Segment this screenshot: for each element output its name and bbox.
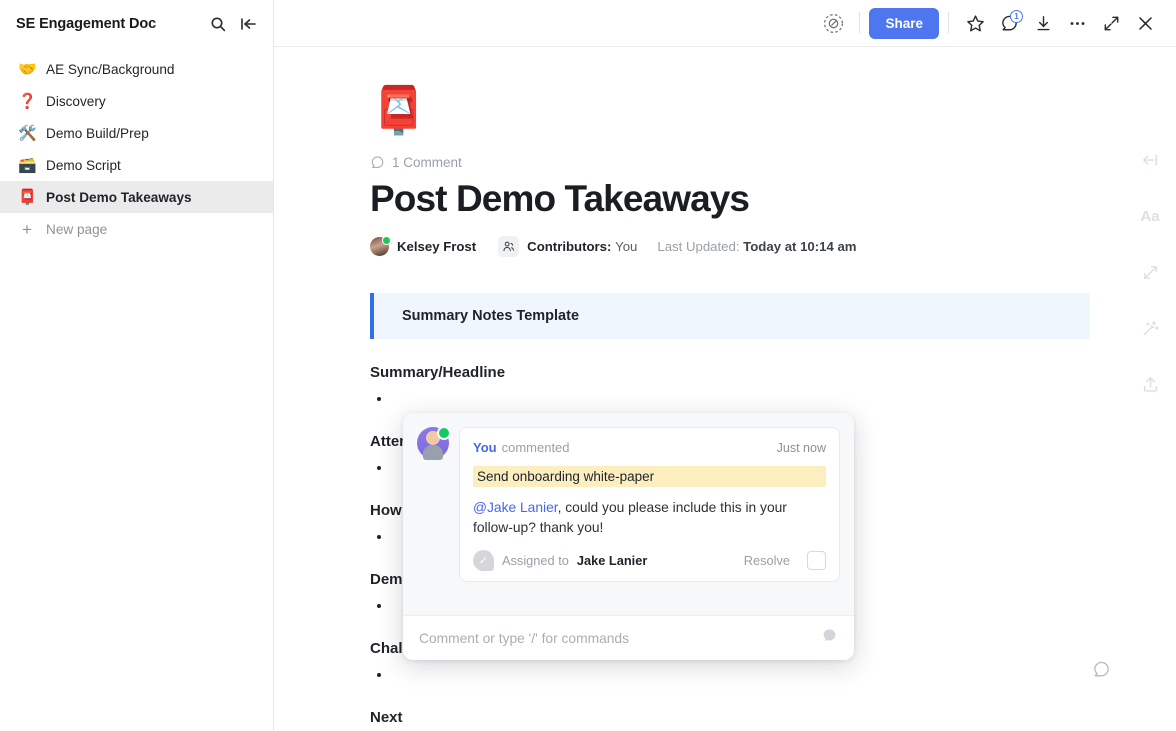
sidebar-page-list: 🤝 AE Sync/Background ❓ Discovery 🛠️ Demo… [0,47,273,245]
last-updated-label: Last Updated: [657,239,740,254]
sidebar-item-label: Demo Build/Prep [46,125,149,141]
resolve-label: Resolve [743,553,790,568]
sidebar-header: SE Engagement Doc [0,0,273,47]
comment-card: You commented Just now Send onboarding w… [459,427,840,582]
list-item[interactable] [392,664,1090,684]
new-page-label: New page [46,221,108,237]
card-box-emoji: 🗃️ [18,156,37,174]
floating-comment-icon[interactable] [1092,660,1111,684]
tag-icon[interactable] [816,6,850,40]
send-comment-icon[interactable] [821,627,838,649]
commenter-avatar[interactable] [417,426,451,459]
sidebar-title: SE Engagement Doc [16,15,157,32]
mention-link[interactable]: @Jake Lanier [473,500,558,515]
toolbar-divider [948,12,949,34]
collapse-right-icon[interactable] [1137,147,1163,173]
comment-count-badge: 1 [1010,10,1023,23]
resolve-checkbox[interactable] [807,551,826,570]
question-mark-emoji: ❓ [18,92,37,110]
assignment-row: ✓ Assigned to Jake Lanier Resolve [473,550,826,571]
page-title[interactable]: Post Demo Takeaways [370,178,1090,220]
comment-bubble-icon [371,156,384,169]
close-icon[interactable] [1128,6,1162,40]
app-window: SE Engagement Doc 🤝 AE Sync/Background ❓… [0,0,1176,731]
new-page-button[interactable]: + New page [0,213,273,245]
comment-author: You [473,440,497,455]
author-name: Kelsey Frost [397,239,477,254]
callout-summary-notes-template[interactable]: Summary Notes Template [370,293,1090,339]
plus-icon: + [22,219,32,239]
sidebar-item-demo-build[interactable]: 🛠️ Demo Build/Prep [0,117,273,149]
star-icon[interactable] [958,6,992,40]
sidebar-item-discovery[interactable]: ❓ Discovery [0,85,273,117]
sidebar-item-label: Discovery [46,93,106,109]
top-toolbar: Share 1 [274,0,1176,47]
quoted-text: Send onboarding white-paper [473,466,826,487]
comment-count-label: 1 Comment [392,155,462,170]
last-updated-value: Today at 10:14 am [743,239,857,254]
comment-action: commented [501,440,570,455]
contributors-value: You [615,239,638,254]
handshake-emoji: 🤝 [18,60,37,78]
document-postbox-emoji[interactable]: 📮 [370,87,1090,133]
assigned-check-icon: ✓ [473,550,494,571]
heading-next-steps[interactable]: Next [370,709,1090,726]
comment-header: You commented Just now [473,440,826,455]
sidebar-item-demo-script[interactable]: 🗃️ Demo Script [0,149,273,181]
expand-icon[interactable] [1094,6,1128,40]
sidebar-item-label: Demo Script [46,157,121,173]
postbox-emoji: 📮 [18,188,37,206]
comment-popup: You commented Just now Send onboarding w… [403,413,854,660]
comment-icon[interactable]: 1 [992,6,1026,40]
collapse-sidebar-icon[interactable] [237,13,259,35]
document-meta: Kelsey Frost Contributors: You Last Upda… [370,236,1090,257]
tools-emoji: 🛠️ [18,124,37,142]
sidebar-item-post-demo-takeaways[interactable]: 📮 Post Demo Takeaways [0,181,273,213]
assigned-to-label: Assigned to [502,553,569,568]
sidebar-item-label: Post Demo Takeaways [46,189,192,205]
share-button[interactable]: Share [869,7,939,39]
contributors-label: Contributors [527,239,608,254]
comment-body: @Jake Lanier, could you please include t… [473,498,826,538]
assignee-name[interactable]: Jake Lanier [577,553,647,568]
bullet-list [370,388,1090,408]
comment-timestamp: Just now [776,440,826,455]
comment-input-bar [403,615,854,660]
sidebar: SE Engagement Doc 🤝 AE Sync/Background ❓… [0,0,274,731]
more-options-icon[interactable] [1060,6,1094,40]
comment-input[interactable] [419,630,821,646]
toolbar-divider [859,12,861,34]
download-icon[interactable] [1026,6,1060,40]
list-item[interactable] [392,388,1090,408]
right-rail: Aa [1124,47,1176,397]
sidebar-item-label: AE Sync/Background [46,61,175,77]
contributors-icon [498,236,520,257]
heading-summary[interactable]: Summary/Headline [370,364,1090,381]
bullet-list [370,664,1090,684]
text-format-icon[interactable]: Aa [1137,203,1163,229]
search-icon[interactable] [207,13,229,35]
sidebar-item-ae-sync[interactable]: 🤝 AE Sync/Background [0,53,273,85]
upload-icon[interactable] [1137,371,1163,397]
comment-count-row[interactable]: 1 Comment [370,155,1090,170]
sync-arrows-icon[interactable] [1137,259,1163,285]
avatar[interactable] [370,236,391,256]
magic-wand-icon[interactable] [1137,315,1163,341]
comment-thread: You commented Just now Send onboarding w… [403,413,854,582]
